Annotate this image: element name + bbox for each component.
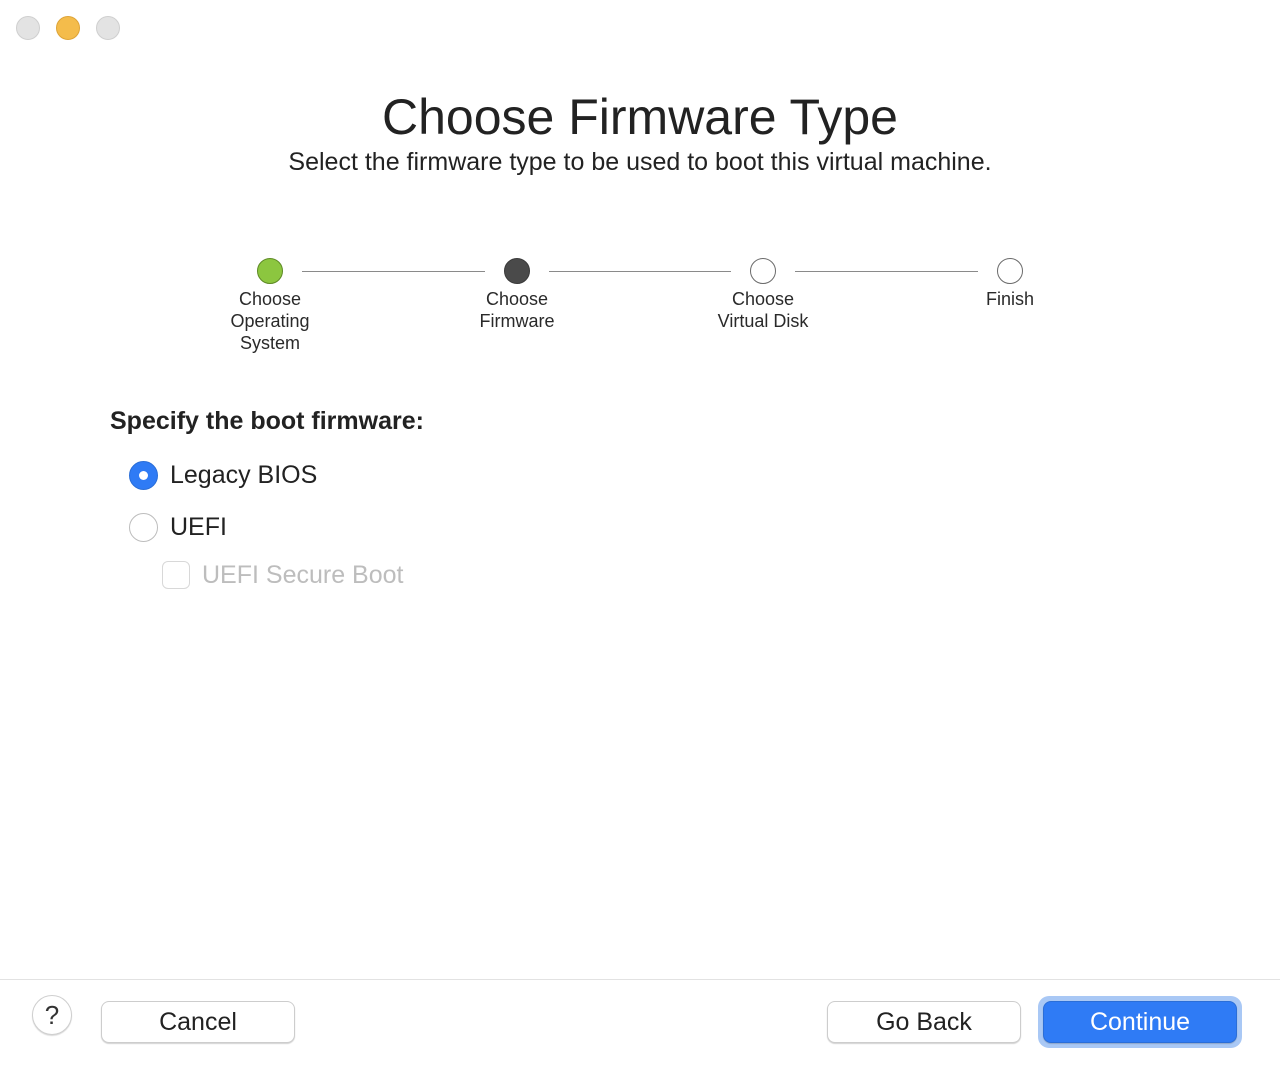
- checkbox-uefi-secure-boot: UEFI Secure Boot: [162, 559, 403, 591]
- radio-label: UEFI: [170, 512, 227, 541]
- radio-legacy-bios[interactable]: Legacy BIOS: [129, 459, 317, 491]
- step-connector: [302, 271, 485, 272]
- step-label-operating-system: Choose Operating System: [230, 289, 310, 353]
- cancel-button[interactable]: Cancel: [101, 1001, 295, 1043]
- page-title: Choose Firmware Type: [382, 89, 898, 145]
- radio-uefi[interactable]: UEFI: [129, 511, 227, 543]
- section-label: Specify the boot firmware:: [110, 407, 424, 435]
- radio-selected-icon[interactable]: [129, 460, 158, 490]
- step-connector: [795, 271, 978, 272]
- minimize-icon[interactable]: [56, 16, 80, 40]
- continue-button[interactable]: Continue: [1043, 1001, 1237, 1043]
- radio-label: Legacy BIOS: [170, 460, 318, 489]
- go-back-button[interactable]: Go Back: [827, 1001, 1021, 1043]
- page-subtitle: Select the firmware type to be used to b…: [288, 148, 992, 176]
- close-icon[interactable]: [16, 16, 40, 40]
- checkbox-label: UEFI Secure Boot: [202, 560, 404, 589]
- step-pending-icon: [750, 258, 776, 284]
- step-connector: [549, 271, 731, 272]
- step-label-virtual-disk: Choose Virtual Disk: [717, 289, 809, 331]
- step-label-finish: Finish: [985, 289, 1034, 309]
- title-bar: [0, 0, 1280, 56]
- step-pending-icon: [997, 258, 1023, 284]
- step-current-icon: [504, 258, 530, 284]
- step-label-firmware: Choose Firmware: [479, 289, 555, 331]
- checkbox-icon: [162, 561, 190, 589]
- zoom-icon[interactable]: [96, 16, 120, 40]
- step-done-icon: [257, 258, 283, 284]
- step-progress: Choose Operating System Choose Firmware …: [0, 258, 1280, 368]
- radio-unselected-icon[interactable]: [129, 512, 158, 542]
- help-button[interactable]: ?: [32, 995, 72, 1035]
